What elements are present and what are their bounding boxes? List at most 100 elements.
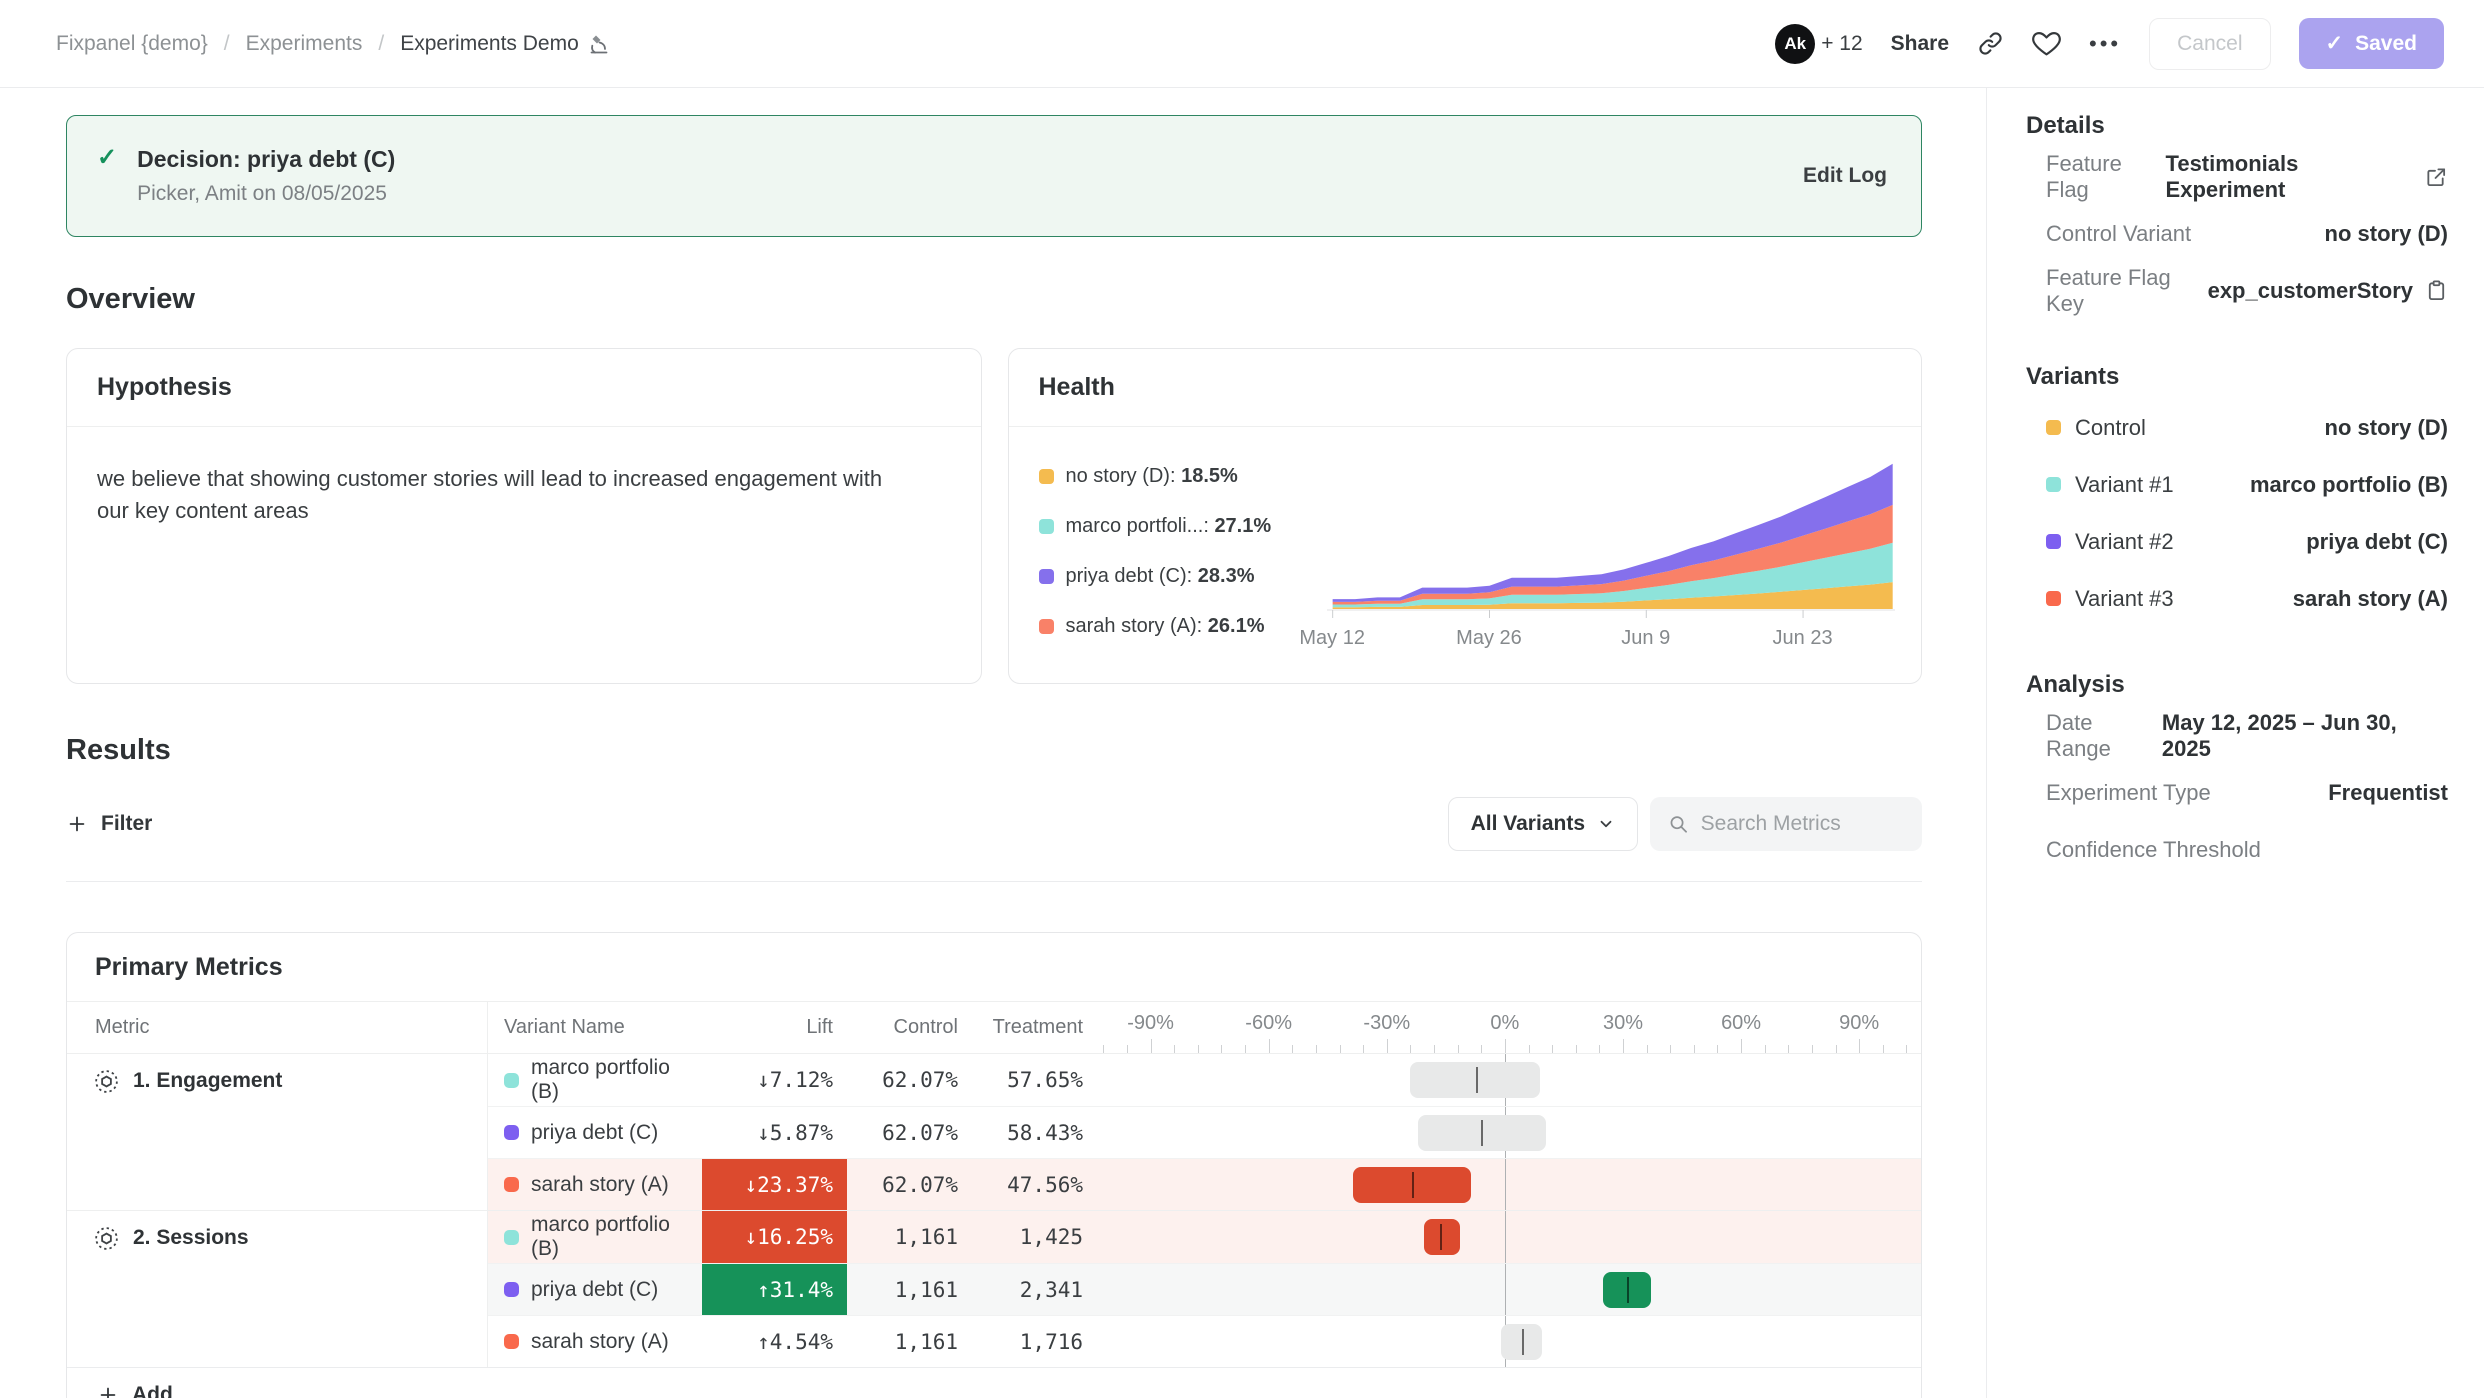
search-metrics-input[interactable] bbox=[1701, 812, 1904, 836]
legend-color-chip bbox=[1039, 569, 1054, 584]
variant-value: priya debt (C) bbox=[2306, 529, 2448, 555]
legend-item: marco portfoli...: 27.1% bbox=[1039, 515, 1327, 538]
variants-section: Variants Control no story (D) Variant #1… bbox=[2026, 363, 2448, 627]
confidence-interval-cell bbox=[1097, 1211, 1921, 1263]
variant-left: Control bbox=[2046, 415, 2146, 441]
main-content: ✓ Decision: priya debt (C) Picker, Amit … bbox=[0, 88, 1987, 1398]
axis-tick bbox=[1883, 1045, 1884, 1053]
metric-variant-row[interactable]: priya debt (C)↓5.87%62.07%58.43% bbox=[488, 1106, 1921, 1158]
favorite-button[interactable] bbox=[2032, 30, 2061, 57]
axis-tick bbox=[1765, 1045, 1766, 1053]
lift-axis-label: 90% bbox=[1839, 1012, 1879, 1035]
control-value: 62.07% bbox=[847, 1107, 972, 1158]
variant-row-3: Variant #3 sarah story (A) bbox=[2026, 570, 2448, 627]
hypothesis-card: Hypothesis we believe that showing custo… bbox=[66, 348, 982, 684]
legend-color-chip bbox=[1039, 469, 1054, 484]
check-icon: ✓ bbox=[2326, 31, 2344, 56]
axis-tick bbox=[1221, 1045, 1222, 1053]
variant-label: Variant #1 bbox=[2075, 472, 2174, 498]
lift-axis-header: 90%60%30%0%-30%-60%-90% bbox=[1097, 1002, 1921, 1053]
cancel-button[interactable]: Cancel bbox=[2149, 18, 2270, 70]
hypothesis-title: Hypothesis bbox=[67, 349, 981, 427]
avatar[interactable]: Ak bbox=[1775, 24, 1815, 64]
variant-rows: marco portfolio (B)↓7.12%62.07%57.65%pri… bbox=[487, 1054, 1921, 1210]
column-header-variant: Variant Name bbox=[488, 1002, 702, 1053]
metrics-table-header-right: Variant Name Lift Control Treatment 90%6… bbox=[487, 1002, 1921, 1053]
decision-title: Decision: priya debt (C) bbox=[137, 146, 1803, 173]
search-icon bbox=[1668, 812, 1689, 836]
lift-value: ↓16.25% bbox=[702, 1211, 847, 1263]
lift-marker bbox=[1440, 1224, 1442, 1250]
metric-variant-row[interactable]: sarah story (A)↓23.37%62.07%47.56% bbox=[488, 1158, 1921, 1210]
details-section: Details Feature Flag Testimonials Experi… bbox=[2026, 112, 2448, 319]
legend-label: marco portfoli...: 27.1% bbox=[1066, 515, 1272, 538]
axis-tick bbox=[1316, 1045, 1317, 1053]
add-metric-button[interactable]: Add bbox=[67, 1367, 1921, 1398]
axis-tick bbox=[1151, 1039, 1152, 1053]
axis-tick bbox=[1103, 1045, 1104, 1053]
analysis-value: Frequentist bbox=[2328, 780, 2448, 806]
metric-cell[interactable]: 1. Engagement bbox=[67, 1054, 487, 1210]
variant-swatch bbox=[504, 1282, 519, 1297]
breadcrumb-current[interactable]: Experiments Demo bbox=[400, 32, 611, 56]
edit-log-button[interactable]: Edit Log bbox=[1803, 164, 1887, 188]
axis-tick bbox=[1127, 1045, 1128, 1053]
detail-row-control-variant: Control Variant no story (D) bbox=[2026, 205, 2448, 262]
axis-tick bbox=[1363, 1045, 1364, 1053]
metric-variant-row[interactable]: marco portfolio (B)↓16.25%1,1611,425 bbox=[488, 1211, 1921, 1263]
chevron-down-icon bbox=[1597, 815, 1615, 833]
axis-tick bbox=[1174, 1045, 1175, 1053]
lift-value: ↓5.87% bbox=[702, 1107, 847, 1158]
axis-tick bbox=[1836, 1045, 1837, 1053]
breadcrumb-experiments[interactable]: Experiments bbox=[246, 32, 363, 56]
health-body: no story (D): 18.5% marco portfoli...: 27… bbox=[1009, 427, 1922, 651]
link-icon bbox=[1977, 30, 2004, 57]
clipboard-copy-icon[interactable] bbox=[2425, 279, 2448, 302]
breadcrumb-project[interactable]: Fixpanel {demo} bbox=[56, 32, 208, 56]
legend-item: no story (D): 18.5% bbox=[1039, 465, 1327, 488]
add-filter-button[interactable]: Filter bbox=[66, 812, 152, 836]
axis-tick bbox=[1245, 1045, 1246, 1053]
control-value: 1,161 bbox=[847, 1211, 972, 1263]
share-button[interactable]: Share bbox=[1891, 32, 1949, 56]
saved-button-label: Saved bbox=[2355, 32, 2417, 56]
topbar: Fixpanel {demo} / Experiments / Experime… bbox=[0, 0, 2484, 88]
axis-tick bbox=[1812, 1045, 1813, 1053]
metric-name: 1. Engagement bbox=[133, 1068, 282, 1093]
metric-variant-row[interactable]: priya debt (C)↑31.4%1,1612,341 bbox=[488, 1263, 1921, 1315]
metric-variant-row[interactable]: sarah story (A)↑4.54%1,1611,716 bbox=[488, 1315, 1921, 1367]
variant-rows: marco portfolio (B)↓16.25%1,1611,425priy… bbox=[487, 1211, 1921, 1367]
saved-button[interactable]: ✓ Saved bbox=[2299, 18, 2444, 69]
axis-tick bbox=[1552, 1045, 1553, 1053]
health-x-axis: May 12May 26Jun 9Jun 23 bbox=[1327, 621, 1896, 651]
collaborators[interactable]: Ak + 12 bbox=[1775, 24, 1862, 64]
detail-value: Testimonials Experiment bbox=[2166, 151, 2414, 203]
variant-color-chip bbox=[2046, 477, 2061, 492]
feature-flag-link[interactable]: Testimonials Experiment bbox=[2166, 151, 2448, 203]
control-value: 1,161 bbox=[847, 1316, 972, 1367]
primary-metrics-title: Primary Metrics bbox=[67, 933, 1921, 1002]
analysis-section: Analysis Date Range May 12, 2025 – Jun 3… bbox=[2026, 671, 2448, 878]
variants-dropdown[interactable]: All Variants bbox=[1448, 797, 1638, 851]
metric-cell[interactable]: 2. Sessions bbox=[67, 1211, 487, 1367]
axis-tick bbox=[1859, 1039, 1860, 1053]
x-axis-label: Jun 23 bbox=[1773, 627, 1833, 650]
metric-variant-row[interactable]: marco portfolio (B)↓7.12%62.07%57.65% bbox=[488, 1054, 1921, 1106]
legend-label: sarah story (A): 26.1% bbox=[1066, 615, 1265, 638]
search-metrics-box bbox=[1650, 797, 1922, 851]
details-heading: Details bbox=[2026, 112, 2448, 140]
axis-tick bbox=[1576, 1045, 1577, 1053]
variant-value: marco portfolio (B) bbox=[2250, 472, 2448, 498]
variant-value: sarah story (A) bbox=[2293, 586, 2448, 612]
external-link-icon[interactable] bbox=[2425, 165, 2448, 189]
lift-marker bbox=[1522, 1329, 1524, 1355]
axis-tick bbox=[1599, 1045, 1600, 1053]
heart-icon bbox=[2032, 30, 2061, 57]
axis-tick bbox=[1387, 1039, 1388, 1053]
detail-row-feature-flag-key: Feature Flag Key exp_customerStory bbox=[2026, 262, 2448, 319]
decision-banner: ✓ Decision: priya debt (C) Picker, Amit … bbox=[66, 115, 1922, 237]
confidence-interval-cell bbox=[1097, 1264, 1921, 1315]
more-options-button[interactable]: ••• bbox=[2089, 31, 2121, 57]
copy-link-button[interactable] bbox=[1977, 30, 2004, 57]
variants-dropdown-value: All Variants bbox=[1471, 812, 1585, 836]
